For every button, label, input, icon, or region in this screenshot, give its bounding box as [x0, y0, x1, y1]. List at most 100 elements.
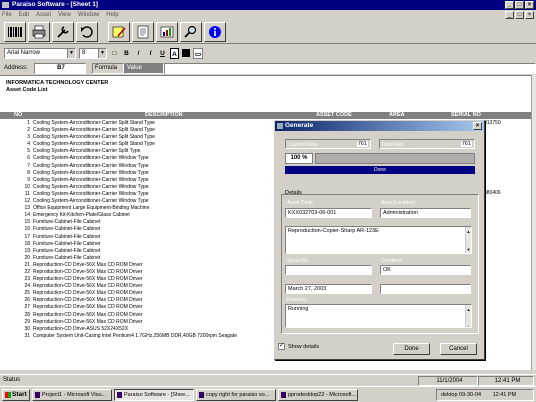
taskbar-item-pprodesktop[interactable]: pprodesktop22 - Microsoft...: [278, 388, 358, 401]
info-button[interactable]: [204, 22, 226, 42]
remarks-label: Remarks: [287, 297, 308, 303]
row-number: 11: [24, 190, 30, 197]
italic-button[interactable]: I: [146, 48, 155, 59]
row-number: 1: [27, 120, 30, 126]
description-scrollbar[interactable]: ▲ ▼: [465, 227, 471, 253]
row-number: 14: [24, 212, 30, 219]
description-field[interactable]: Reproduction-Copier-Sharp AR-123E ▲ ▼: [285, 226, 472, 254]
current-files-value: 761: [356, 141, 368, 147]
extra-field[interactable]: [380, 284, 471, 294]
formula-input[interactable]: [164, 62, 536, 74]
child-close-button[interactable]: ×: [525, 11, 534, 19]
remarks-scrollbar[interactable]: ▲ ▼: [465, 305, 471, 327]
taskbar-item-copyright[interactable]: copy right for paraiso so...: [196, 388, 276, 401]
row-number: 30: [24, 325, 30, 332]
cell-border-icon[interactable]: ▭: [193, 47, 204, 59]
col-header-no: NO: [14, 112, 23, 118]
search-button[interactable]: [180, 22, 202, 42]
row-number: 28: [24, 311, 30, 318]
menu-window[interactable]: Window: [78, 12, 99, 18]
area-label: Area (Location): [381, 200, 416, 206]
print-button[interactable]: [28, 22, 50, 42]
child-restore-button[interactable]: □: [515, 11, 524, 19]
row-number: 21: [24, 261, 30, 268]
font-size-value: 8: [82, 49, 86, 56]
chart-button[interactable]: [156, 22, 178, 42]
chevron-down-icon[interactable]: ▼: [98, 48, 106, 58]
row-description: Reproduction-CD Drive-56X Max CD ROM Dri…: [33, 304, 143, 311]
row-number: 29: [24, 318, 30, 325]
row-description: Reproduction-CD Drive-56X Max CD ROM Dri…: [33, 276, 143, 283]
taskbar-item-paraiso[interactable]: Paraiso Software - [Shee...: [114, 388, 194, 401]
app-icon: [2, 2, 9, 8]
show-details-checkbox[interactable]: ✓: [278, 343, 285, 350]
menu-edit[interactable]: Edit: [19, 12, 29, 18]
bold-button[interactable]: B: [122, 48, 131, 59]
close-button[interactable]: ×: [525, 1, 534, 9]
row-number: 19: [24, 247, 30, 254]
asset-code-field[interactable]: KXX032703-06-001: [285, 208, 372, 218]
row-description: Cooling System-Airconditioner-Carrier Wi…: [33, 162, 149, 169]
chart-icon: [160, 26, 174, 38]
row-number: 22: [24, 268, 30, 275]
row-description: Cooling System-Airconditioner-Carrier Wi…: [33, 155, 149, 162]
tools-button[interactable]: [52, 22, 74, 42]
font-color-button[interactable]: A: [170, 47, 179, 59]
minimize-button[interactable]: _: [505, 1, 514, 9]
progress-percent: 100 %: [285, 153, 313, 164]
chevron-down-icon[interactable]: ▼: [67, 48, 75, 58]
col-header-description: DESCRIPTION: [145, 112, 183, 118]
barcode-button[interactable]: [4, 22, 26, 42]
maximize-button[interactable]: □: [515, 1, 524, 9]
cancel-button[interactable]: Cancel: [440, 343, 477, 355]
row-description: Cooling System-Airconditioner-Carrier Wi…: [33, 198, 149, 205]
fill-color-swatch[interactable]: [182, 49, 190, 57]
column-header-row: NO DESCRIPTION ASSET CODE AREA SERIAL NO: [0, 112, 531, 119]
row-description: Reproduction-CD Drive-56X Max CD ROM Dri…: [33, 261, 143, 268]
app-titlebar: Paraiso Software - [Sheet 1] _ □ ×: [0, 0, 536, 10]
dialog-close-button[interactable]: ×: [473, 122, 482, 130]
menu-view[interactable]: View: [58, 12, 71, 18]
wrench-icon: [57, 26, 69, 38]
child-minimize-button[interactable]: _: [505, 11, 514, 19]
row-description: Cooling System-Airconditioner-Carrier Sp…: [33, 148, 141, 155]
border-toggle-icon[interactable]: □: [110, 48, 119, 59]
area-field[interactable]: Administration: [380, 208, 471, 218]
status-time: 12:41 PM: [478, 375, 534, 386]
row-number: 16: [24, 226, 30, 233]
vertical-scrollbar[interactable]: [531, 75, 536, 370]
date-acquired-field[interactable]: March 27, 2003: [285, 284, 372, 294]
remarks-field[interactable]: Running ▲ ▼: [285, 304, 472, 328]
address-field[interactable]: B7: [34, 62, 86, 74]
row-description: Reproduction-CD Drive-56X Max CD ROM Dri…: [33, 297, 143, 304]
row-description: Cooling System-Airconditioner-Carrier Sp…: [33, 141, 155, 148]
row-description: Cooling System-Airconditioner-Carrier Wi…: [33, 169, 149, 176]
row-description: Cooling System-Airconditioner-Carrier Sp…: [33, 120, 155, 126]
col-header-serial: SERIAL NO: [451, 112, 481, 118]
report-button[interactable]: [132, 22, 154, 42]
main-toolbar: [0, 20, 536, 44]
serial-field[interactable]: [285, 265, 372, 275]
menu-asset[interactable]: Asset: [36, 12, 51, 18]
done-button[interactable]: Done: [393, 343, 430, 355]
status-strip: Done: [285, 166, 475, 174]
row-description: Reproduction-CD Drive-56X Max CD ROM Dri…: [33, 318, 143, 325]
edit-button[interactable]: [108, 22, 130, 42]
menu-file[interactable]: File: [2, 12, 12, 18]
menu-help[interactable]: Help: [106, 12, 118, 18]
row-description: Furniture-Cabinet-File Cabinet: [33, 226, 101, 233]
font-name-select[interactable]: Arial Narrow ▼: [4, 47, 76, 59]
font-size-select[interactable]: 8 ▼: [79, 47, 107, 59]
document-icon: [137, 25, 149, 39]
taskbar-item-vb[interactable]: Project1 - Microsoft Visu...: [32, 388, 112, 401]
generate-dialog: Generate × Current Files 761 Total Files…: [274, 120, 485, 360]
condition-field[interactable]: OK: [380, 265, 471, 275]
undo-button[interactable]: [76, 22, 98, 42]
row-description: Cooling System-Airconditioner-Carrier Wi…: [33, 183, 149, 190]
row-description: Reproduction-CD Drive-56X Max CD ROM Dri…: [33, 283, 143, 290]
address-bar: Address: B7 Formula Value: [0, 62, 536, 74]
underline-button[interactable]: U: [158, 48, 167, 59]
formula-label: Formula: [92, 62, 124, 74]
progress-bar: [315, 153, 475, 164]
start-button[interactable]: Start: [2, 388, 30, 401]
